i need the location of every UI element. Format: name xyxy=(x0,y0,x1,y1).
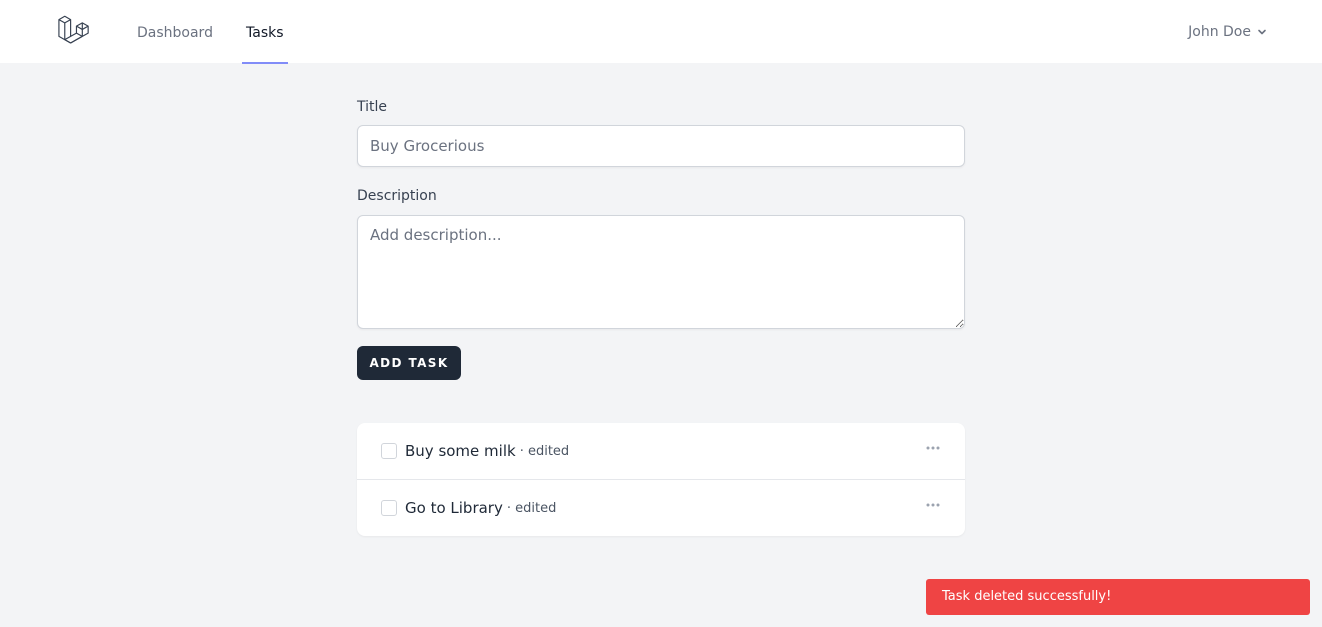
toast-message: Task deleted successfully! xyxy=(942,589,1112,604)
title-input[interactable] xyxy=(357,125,965,167)
nav-link-label: Dashboard xyxy=(137,25,213,41)
task-checkbox[interactable] xyxy=(381,500,397,516)
task-title: Buy some milk xyxy=(405,442,516,460)
title-label: Title xyxy=(357,99,388,115)
toast-notification: Task deleted successfully! xyxy=(926,579,1310,615)
user-dropdown[interactable]: John Doe xyxy=(1188,22,1267,42)
chevron-down-icon xyxy=(1258,29,1266,35)
description-label: Description xyxy=(357,188,437,204)
active-tab-indicator xyxy=(242,62,288,64)
nav-link-dashboard[interactable]: Dashboard xyxy=(137,0,213,64)
task-edited-label: · edited xyxy=(506,500,557,516)
more-horizontal-icon[interactable] xyxy=(925,497,941,513)
task-edited-label: · edited xyxy=(519,443,570,459)
user-name: John Doe xyxy=(1188,24,1251,40)
task-checkbox[interactable] xyxy=(381,443,397,459)
laravel-logo-icon[interactable] xyxy=(56,13,94,51)
top-navigation: Dashboard Tasks John Doe xyxy=(0,0,1322,64)
description-textarea[interactable] xyxy=(357,215,965,329)
add-task-button[interactable]: ADD TASK xyxy=(357,346,461,380)
nav-link-tasks[interactable]: Tasks xyxy=(242,0,288,64)
task-item: Go to Library · edited xyxy=(357,480,965,536)
nav-link-label: Tasks xyxy=(246,25,284,41)
task-form: Title Description ADD TASK xyxy=(357,96,965,380)
task-list: Buy some milk · edited Go to Library · e… xyxy=(357,423,965,536)
task-title: Go to Library xyxy=(405,499,503,517)
task-item: Buy some milk · edited xyxy=(357,423,965,480)
more-horizontal-icon[interactable] xyxy=(925,440,941,456)
